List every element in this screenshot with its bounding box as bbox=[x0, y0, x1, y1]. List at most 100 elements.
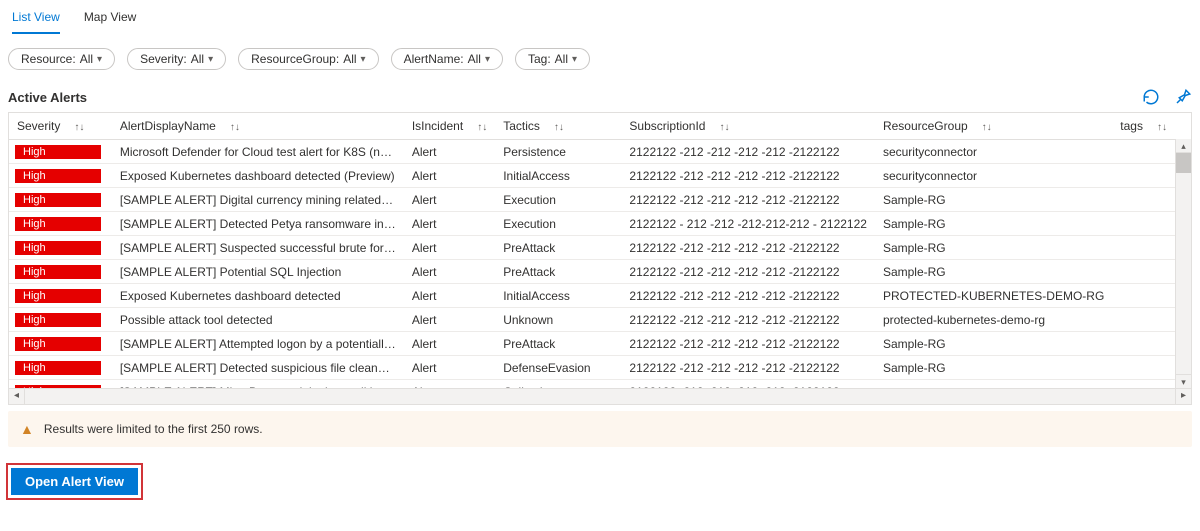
cell-alertname: [SAMPLE ALERT] Potential SQL Injection bbox=[112, 260, 404, 284]
cell-alertname: [SAMPLE ALERT] Digital currency mining r… bbox=[112, 188, 404, 212]
filter-label: AlertName: bbox=[404, 52, 464, 66]
cell-tactics: Unknown bbox=[495, 308, 621, 332]
cell-subscriptionid: 2122122 -212 -212 -212 -212 -2122122 bbox=[621, 284, 875, 308]
cell-tags bbox=[1112, 308, 1175, 332]
severity-badge: High bbox=[15, 313, 101, 327]
filter-value: All bbox=[343, 52, 356, 66]
cell-resourcegroup: Sample-RG bbox=[875, 260, 1112, 284]
cell-isincident: Alert bbox=[404, 332, 495, 356]
cell-alertname: Microsoft Defender for Cloud test alert … bbox=[112, 140, 404, 164]
cell-resourcegroup: securityconnector bbox=[875, 164, 1112, 188]
chevron-down-icon: ▾ bbox=[97, 54, 102, 65]
table-row[interactable]: High[SAMPLE ALERT] Digital currency mini… bbox=[9, 188, 1175, 212]
col-resourcegroup[interactable]: ResourceGroup↑↓ bbox=[875, 113, 1112, 140]
view-tabs: List View Map View bbox=[0, 0, 1200, 34]
cell-resourcegroup: Sample-RG bbox=[875, 188, 1112, 212]
table-row[interactable]: High[SAMPLE ALERT] Detected Petya ransom… bbox=[9, 212, 1175, 236]
cell-tags bbox=[1112, 188, 1175, 212]
severity-badge: High bbox=[15, 265, 101, 279]
table-row[interactable]: HighExposed Kubernetes dashboard detecte… bbox=[9, 164, 1175, 188]
cell-tags bbox=[1112, 140, 1175, 164]
cell-tags bbox=[1112, 284, 1175, 308]
filter-label: ResourceGroup: bbox=[251, 52, 339, 66]
sort-icon: ↑↓ bbox=[477, 122, 487, 133]
warning-icon: ▲ bbox=[20, 421, 34, 437]
results-warning: ▲ Results were limited to the first 250 … bbox=[8, 411, 1192, 447]
table-row[interactable]: High Microsoft Defender for Cloud test al… bbox=[9, 140, 1175, 164]
open-alert-view-button[interactable]: Open Alert View bbox=[11, 468, 138, 495]
filter-severity[interactable]: Severity: All ▾ bbox=[127, 48, 226, 70]
severity-badge: High bbox=[15, 217, 101, 231]
scroll-left-icon[interactable]: ◂ bbox=[9, 389, 25, 404]
cell-resourcegroup: Sample-RG bbox=[875, 332, 1112, 356]
col-severity[interactable]: Severity↑↓ bbox=[9, 113, 112, 140]
filter-bar: Resource: All ▾ Severity: All ▾ Resource… bbox=[0, 34, 1200, 88]
cell-tags bbox=[1112, 164, 1175, 188]
sort-icon: ↑↓ bbox=[230, 122, 240, 133]
cell-tactics: PreAttack bbox=[495, 236, 621, 260]
vertical-scrollbar[interactable]: ▴ ▾ bbox=[1175, 139, 1191, 388]
scroll-down-icon[interactable]: ▾ bbox=[1176, 374, 1191, 388]
table-header-row: Severity↑↓ AlertDisplayName↑↓ IsIncident… bbox=[9, 113, 1175, 140]
filter-value: All bbox=[80, 52, 93, 66]
sort-icon: ↑↓ bbox=[719, 122, 729, 133]
scroll-up-icon[interactable]: ▴ bbox=[1176, 139, 1191, 153]
filter-alertname[interactable]: AlertName: All ▾ bbox=[391, 48, 503, 70]
col-tags[interactable]: tags↑↓ bbox=[1112, 113, 1175, 140]
section-title: Active Alerts bbox=[8, 90, 87, 105]
cell-resourcegroup: PROTECTED-KUBERNETES-DEMO-RG bbox=[875, 284, 1112, 308]
cell-tags bbox=[1112, 212, 1175, 236]
cell-alertname: Exposed Kubernetes dashboard detected (P… bbox=[112, 164, 404, 188]
sort-icon: ↑↓ bbox=[1157, 122, 1167, 133]
severity-badge: High bbox=[15, 241, 101, 255]
cell-tactics: DefenseEvasion bbox=[495, 356, 621, 380]
filter-value: All bbox=[468, 52, 481, 66]
tab-map-view[interactable]: Map View bbox=[84, 6, 136, 34]
cell-isincident: Alert bbox=[404, 260, 495, 284]
table-row[interactable]: HighPossible attack tool detectedAlertUn… bbox=[9, 308, 1175, 332]
cell-tactics: PreAttack bbox=[495, 260, 621, 284]
scroll-right-icon[interactable]: ▸ bbox=[1175, 389, 1191, 404]
alerts-table-wrap: Severity↑↓ AlertDisplayName↑↓ IsIncident… bbox=[8, 112, 1192, 405]
open-alert-view-highlight: Open Alert View bbox=[6, 463, 143, 500]
cell-isincident: Alert bbox=[404, 284, 495, 308]
cell-resourcegroup: protected-kubernetes-demo-rg bbox=[875, 308, 1112, 332]
filter-resource[interactable]: Resource: All ▾ bbox=[8, 48, 115, 70]
table-row[interactable]: High [SAMPLE ALERT] Attempted logon by a … bbox=[9, 332, 1175, 356]
scroll-thumb[interactable] bbox=[1176, 153, 1191, 173]
filter-tag[interactable]: Tag: All ▾ bbox=[515, 48, 590, 70]
col-alertdisplayname[interactable]: AlertDisplayName↑↓ bbox=[112, 113, 404, 140]
severity-badge: High bbox=[15, 337, 101, 351]
cell-subscriptionid: 2122122 - 212 -212 -212-212-212 - 212212… bbox=[621, 212, 875, 236]
cell-isincident: Alert bbox=[404, 356, 495, 380]
severity-badge: High bbox=[15, 145, 101, 159]
warning-text: Results were limited to the first 250 ro… bbox=[44, 422, 263, 436]
cell-resourcegroup: securityconnector bbox=[875, 140, 1112, 164]
col-tactics[interactable]: Tactics↑↓ bbox=[495, 113, 621, 140]
cell-tactics: Execution bbox=[495, 212, 621, 236]
table-row[interactable]: High [SAMPLE ALERT] Potential SQL Injecti… bbox=[9, 260, 1175, 284]
cell-tags bbox=[1112, 356, 1175, 380]
cell-resourcegroup: Sample-RG bbox=[875, 236, 1112, 260]
table-row[interactable]: High [SAMPLE ALERT] Suspected successful … bbox=[9, 236, 1175, 260]
cell-subscriptionid: 2122122 -212 -212 -212 -212 -2122122 bbox=[621, 260, 875, 284]
cell-isincident: Alert bbox=[404, 308, 495, 332]
cell-alertname: [SAMPLE ALERT] Suspected successful brut… bbox=[112, 236, 404, 260]
table-row[interactable]: HighExposed Kubernetes dashboard detecte… bbox=[9, 284, 1175, 308]
cell-alertname: [SAMPLE ALERT] Detected suspicious file … bbox=[112, 356, 404, 380]
table-row[interactable]: High[SAMPLE ALERT] Detected suspicious f… bbox=[9, 356, 1175, 380]
col-subscriptionid[interactable]: SubscriptionId↑↓ bbox=[621, 113, 875, 140]
horizontal-scrollbar[interactable]: ◂ ▸ bbox=[9, 388, 1191, 404]
tab-list-view[interactable]: List View bbox=[12, 6, 60, 34]
cell-isincident: Alert bbox=[404, 140, 495, 164]
undo-icon[interactable] bbox=[1142, 88, 1160, 106]
cell-isincident: Alert bbox=[404, 236, 495, 260]
cell-alertname: [SAMPLE ALERT] Attempted logon by a pote… bbox=[112, 332, 404, 356]
cell-subscriptionid: 2122122 -212 -212 -212 -212 -2122122 bbox=[621, 188, 875, 212]
pin-icon[interactable] bbox=[1174, 88, 1192, 106]
filter-resourcegroup[interactable]: ResourceGroup: All ▾ bbox=[238, 48, 378, 70]
cell-subscriptionid: 2122122 -212 -212 -212 -212 -2122122 bbox=[621, 236, 875, 260]
sort-icon: ↑↓ bbox=[74, 122, 84, 133]
chevron-down-icon: ▾ bbox=[208, 54, 213, 65]
col-isincident[interactable]: IsIncident↑↓ bbox=[404, 113, 495, 140]
